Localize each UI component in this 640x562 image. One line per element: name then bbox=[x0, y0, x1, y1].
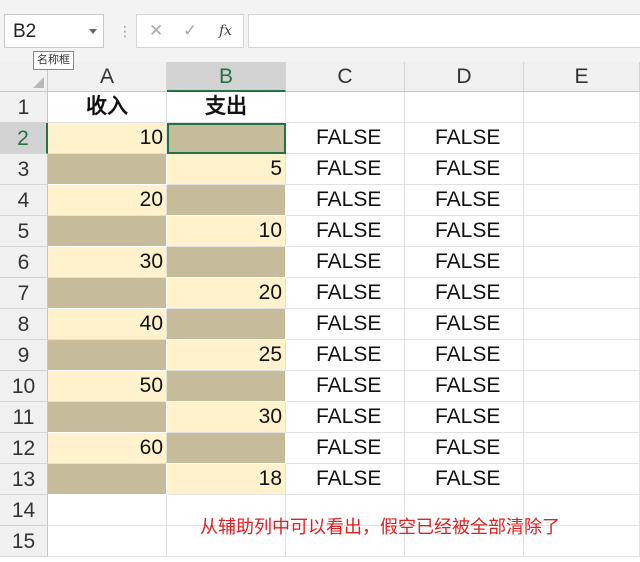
name-box-tooltip: 名称框 bbox=[33, 51, 74, 70]
cell-b7[interactable]: 20 bbox=[167, 278, 286, 309]
cell-e7[interactable] bbox=[524, 278, 640, 309]
cell-b6[interactable] bbox=[167, 247, 286, 278]
cell-a13[interactable] bbox=[48, 464, 167, 495]
cell-d6[interactable]: FALSE bbox=[405, 247, 524, 278]
row-header-11[interactable]: 11 bbox=[0, 402, 48, 433]
cell-c13[interactable]: FALSE bbox=[286, 464, 405, 495]
cell-c8[interactable]: FALSE bbox=[286, 309, 405, 340]
cell-b8[interactable] bbox=[167, 309, 286, 340]
formula-buttons: ✕ ✓ fx bbox=[136, 14, 244, 48]
cell-e6[interactable] bbox=[524, 247, 640, 278]
cell-c10[interactable]: FALSE bbox=[286, 371, 405, 402]
cell-e5[interactable] bbox=[524, 216, 640, 247]
cell-a14[interactable] bbox=[48, 495, 167, 526]
cell-e10[interactable] bbox=[524, 371, 640, 402]
cell-d13[interactable]: FALSE bbox=[405, 464, 524, 495]
cell-c6[interactable]: FALSE bbox=[286, 247, 405, 278]
cell-c3[interactable]: FALSE bbox=[286, 154, 405, 185]
cell-a11[interactable] bbox=[48, 402, 167, 433]
cell-d4[interactable]: FALSE bbox=[405, 185, 524, 216]
cell-b2[interactable] bbox=[167, 123, 286, 154]
cell-c5[interactable]: FALSE bbox=[286, 216, 405, 247]
cell-e13[interactable] bbox=[524, 464, 640, 495]
name-box-value[interactable]: B2 bbox=[13, 21, 36, 43]
formula-toolbar: B2 ⋮ ✕ ✓ fx bbox=[0, 0, 640, 62]
row-header-1[interactable]: 1 bbox=[0, 92, 48, 123]
cell-b11[interactable]: 30 bbox=[167, 402, 286, 433]
cell-a2[interactable]: 10 bbox=[48, 123, 167, 154]
cell-a4[interactable]: 20 bbox=[48, 185, 167, 216]
row-header-4[interactable]: 4 bbox=[0, 185, 48, 216]
cell-a1[interactable]: 收入 bbox=[48, 92, 167, 123]
cell-d1[interactable] bbox=[405, 92, 524, 123]
cell-b1[interactable]: 支出 bbox=[167, 92, 286, 123]
cell-e9[interactable] bbox=[524, 340, 640, 371]
row-header-3[interactable]: 3 bbox=[0, 154, 48, 185]
cell-d10[interactable]: FALSE bbox=[405, 371, 524, 402]
cell-a5[interactable] bbox=[48, 216, 167, 247]
annotation-text: 从辅助列中可以看出，假空已经被全部清除了 bbox=[200, 517, 560, 537]
cell-c1[interactable] bbox=[286, 92, 405, 123]
cell-c12[interactable]: FALSE bbox=[286, 433, 405, 464]
column-header-e[interactable]: E bbox=[524, 62, 640, 92]
name-box[interactable]: B2 bbox=[4, 14, 104, 48]
column-header-c[interactable]: C bbox=[286, 62, 405, 92]
cell-b4[interactable] bbox=[167, 185, 286, 216]
enter-icon[interactable]: ✓ bbox=[183, 21, 197, 41]
cell-d8[interactable]: FALSE bbox=[405, 309, 524, 340]
cell-a3[interactable] bbox=[48, 154, 167, 185]
cell-c7[interactable]: FALSE bbox=[286, 278, 405, 309]
cell-a9[interactable] bbox=[48, 340, 167, 371]
column-header-d[interactable]: D bbox=[405, 62, 524, 92]
cell-b3[interactable]: 5 bbox=[167, 154, 286, 185]
cancel-icon[interactable]: ✕ bbox=[149, 21, 163, 41]
row-header-10[interactable]: 10 bbox=[0, 371, 48, 402]
column-header-b[interactable]: B bbox=[167, 62, 286, 92]
row-header-9[interactable]: 9 bbox=[0, 340, 48, 371]
more-vertical-icon[interactable]: ⋮ bbox=[118, 23, 132, 40]
cell-b9[interactable]: 25 bbox=[167, 340, 286, 371]
cell-a6[interactable]: 30 bbox=[48, 247, 167, 278]
cell-d7[interactable]: FALSE bbox=[405, 278, 524, 309]
cell-e4[interactable] bbox=[524, 185, 640, 216]
cell-a10[interactable]: 50 bbox=[48, 371, 167, 402]
cell-d5[interactable]: FALSE bbox=[405, 216, 524, 247]
cell-a15[interactable] bbox=[48, 526, 167, 557]
row-header-2[interactable]: 2 bbox=[0, 123, 48, 154]
chevron-down-icon[interactable] bbox=[89, 29, 97, 34]
cell-a8[interactable]: 40 bbox=[48, 309, 167, 340]
formula-input[interactable] bbox=[248, 14, 640, 48]
cell-c2[interactable]: FALSE bbox=[286, 123, 405, 154]
insert-function-icon[interactable]: fx bbox=[219, 23, 232, 39]
cell-b5[interactable]: 10 bbox=[167, 216, 286, 247]
cell-d9[interactable]: FALSE bbox=[405, 340, 524, 371]
cell-a12[interactable]: 60 bbox=[48, 433, 167, 464]
cell-e2[interactable] bbox=[524, 123, 640, 154]
cell-c9[interactable]: FALSE bbox=[286, 340, 405, 371]
cell-d12[interactable]: FALSE bbox=[405, 433, 524, 464]
cell-e8[interactable] bbox=[524, 309, 640, 340]
cell-b10[interactable] bbox=[167, 371, 286, 402]
row-header-13[interactable]: 13 bbox=[0, 464, 48, 495]
cell-b12[interactable] bbox=[167, 433, 286, 464]
row-header-14[interactable]: 14 bbox=[0, 495, 48, 526]
row-header-5[interactable]: 5 bbox=[0, 216, 48, 247]
cell-e11[interactable] bbox=[524, 402, 640, 433]
row-header-7[interactable]: 7 bbox=[0, 278, 48, 309]
row-header-15[interactable]: 15 bbox=[0, 526, 48, 557]
cell-a7[interactable] bbox=[48, 278, 167, 309]
row-header-6[interactable]: 6 bbox=[0, 247, 48, 278]
select-all-triangle-icon[interactable] bbox=[33, 77, 44, 88]
cell-c4[interactable]: FALSE bbox=[286, 185, 405, 216]
cell-e1[interactable] bbox=[524, 92, 640, 123]
cell-d2[interactable]: FALSE bbox=[405, 123, 524, 154]
cell-d3[interactable]: FALSE bbox=[405, 154, 524, 185]
cell-b13[interactable]: 18 bbox=[167, 464, 286, 495]
cell-c11[interactable]: FALSE bbox=[286, 402, 405, 433]
row-header-8[interactable]: 8 bbox=[0, 309, 48, 340]
cell-d11[interactable]: FALSE bbox=[405, 402, 524, 433]
cell-e12[interactable] bbox=[524, 433, 640, 464]
row-header-12[interactable]: 12 bbox=[0, 433, 48, 464]
cell-e3[interactable] bbox=[524, 154, 640, 185]
